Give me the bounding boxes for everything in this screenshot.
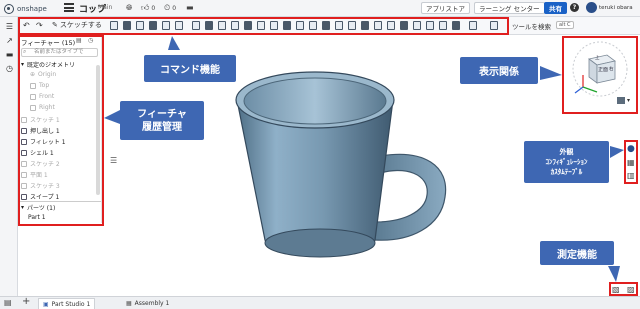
assembly-icon: ▦ bbox=[126, 300, 132, 307]
tab-part-studio[interactable]: ▣ Part Studio 1 bbox=[38, 298, 96, 309]
tab-label: Assembly 1 bbox=[134, 300, 170, 307]
command-callout: コマンド機能 bbox=[144, 55, 236, 82]
appearance-callout-line2: ｺﾝﾌｨｷﾞｭﾚｰｼｮﾝ bbox=[545, 158, 588, 166]
tab-label: Part Studio 1 bbox=[51, 300, 91, 308]
feature-callout-line2: 履歴管理 bbox=[142, 121, 182, 133]
view-callout: 表示関係 bbox=[460, 57, 538, 84]
part-studio-icon: ▣ bbox=[43, 300, 49, 308]
appearance-callout-line1: 外観 bbox=[559, 148, 574, 156]
appearance-callout-line3: ｶｽﾀﾑﾃｰﾌﾞﾙ bbox=[550, 168, 583, 176]
measure-callout-label: 測定機能 bbox=[557, 249, 597, 261]
command-callout-label: コマンド機能 bbox=[160, 65, 220, 76]
appearance-callout: 外観 ｺﾝﾌｨｷﾞｭﾚｰｼｮﾝ ｶｽﾀﾑﾃｰﾌﾞﾙ bbox=[524, 141, 609, 183]
view-callout-label: 表示関係 bbox=[479, 67, 519, 78]
feature-callout: フィーチャ 履歴管理 bbox=[120, 101, 204, 140]
bottom-tab-bar: ▤ + ▣ Part Studio 1 ▦ Assembly 1 bbox=[0, 296, 640, 309]
measure-callout: 測定機能 bbox=[540, 241, 614, 265]
tab-assembly[interactable]: ▦ Assembly 1 bbox=[122, 298, 173, 309]
feature-callout-line1: フィーチャ bbox=[137, 108, 187, 120]
tab-manager-icon[interactable]: ▤ bbox=[4, 298, 12, 307]
add-tab-icon[interactable]: + bbox=[22, 296, 30, 307]
